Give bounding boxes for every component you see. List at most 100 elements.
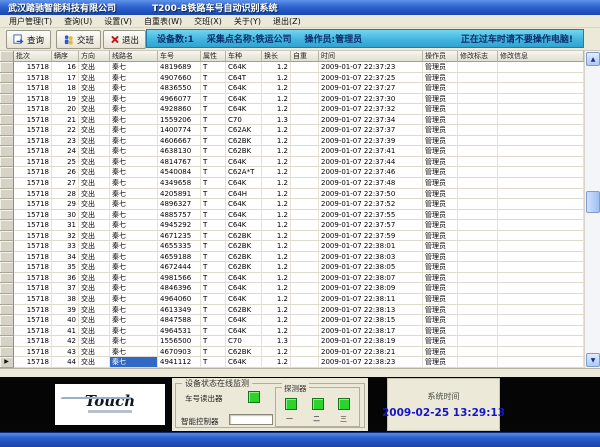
cell[interactable]: 2009-01-07 22:37:52 — [319, 199, 423, 210]
row-selector-cell[interactable] — [0, 94, 14, 105]
cell[interactable]: 15718 — [14, 262, 52, 273]
table-row[interactable]: 1571840交出秦七4847588TC64K1.22009-01-07 22:… — [0, 315, 584, 326]
cell[interactable]: 4655335 — [158, 241, 201, 252]
cell[interactable]: 2009-01-07 22:37:27 — [319, 83, 423, 94]
cell[interactable]: C64K — [226, 62, 262, 73]
cell[interactable]: 交出 — [79, 136, 110, 147]
cell[interactable]: 交出 — [79, 262, 110, 273]
cell[interactable]: 交出 — [79, 167, 110, 178]
row-selector-cell[interactable] — [0, 73, 14, 84]
cell[interactable] — [458, 189, 498, 200]
column-header[interactable]: 自重 — [291, 51, 319, 62]
table-row[interactable]: 1571835交出秦七4672444TC62BK1.22009-01-07 22… — [0, 262, 584, 273]
cell[interactable]: 管理员 — [423, 94, 458, 105]
cell[interactable]: 42 — [52, 336, 79, 347]
column-header[interactable]: 车种 — [226, 51, 262, 62]
cell[interactable]: T — [201, 273, 226, 284]
cell[interactable]: T — [201, 115, 226, 126]
cell[interactable] — [498, 347, 584, 358]
column-header[interactable]: 换长 — [262, 51, 291, 62]
cell[interactable]: 4964531 — [158, 326, 201, 337]
cell[interactable] — [291, 125, 319, 136]
cell[interactable]: 秦七 — [110, 178, 158, 189]
cell[interactable]: 15718 — [14, 315, 52, 326]
cell[interactable]: 秦七 — [110, 167, 158, 178]
cell[interactable]: 4836550 — [158, 83, 201, 94]
cell[interactable] — [458, 83, 498, 94]
cell[interactable] — [458, 125, 498, 136]
cell[interactable]: 15718 — [14, 241, 52, 252]
cell[interactable]: 1.2 — [262, 83, 291, 94]
cell[interactable]: 2009-01-07 22:37:23 — [319, 62, 423, 73]
scroll-up-button[interactable]: ▲ — [586, 52, 600, 66]
cell[interactable]: 管理员 — [423, 189, 458, 200]
cell[interactable]: 2009-01-07 22:37:59 — [319, 231, 423, 242]
cell[interactable]: C64K — [226, 178, 262, 189]
cell[interactable]: 15718 — [14, 220, 52, 231]
cell[interactable]: T — [201, 357, 226, 368]
cell[interactable]: 秦七 — [110, 73, 158, 84]
cell[interactable]: C64K — [226, 83, 262, 94]
cell[interactable] — [458, 73, 498, 84]
cell[interactable]: 秦七 — [110, 357, 158, 368]
cell[interactable]: 4847588 — [158, 315, 201, 326]
cell[interactable] — [291, 62, 319, 73]
cell[interactable]: 秦七 — [110, 315, 158, 326]
table-row[interactable]: 1571833交出秦七4655335TC62BK1.22009-01-07 22… — [0, 241, 584, 252]
cell[interactable]: 40 — [52, 315, 79, 326]
table-row[interactable]: 1571843交出秦七4670903TC62BK1.22009-01-07 22… — [0, 347, 584, 358]
cell[interactable]: 36 — [52, 273, 79, 284]
menu-settings[interactable]: 设置(V) — [99, 16, 137, 27]
cell[interactable]: 1.3 — [262, 115, 291, 126]
cell[interactable]: 2009-01-07 22:38:17 — [319, 326, 423, 337]
cell[interactable]: 15718 — [14, 157, 52, 168]
cell[interactable]: 1.2 — [262, 167, 291, 178]
cell[interactable]: T — [201, 73, 226, 84]
cell[interactable]: 1.2 — [262, 136, 291, 147]
cell[interactable] — [498, 252, 584, 263]
cell[interactable] — [291, 115, 319, 126]
cell[interactable]: 2009-01-07 22:37:30 — [319, 94, 423, 105]
table-row[interactable]: 1571839交出秦七4613349TC62BK1.22009-01-07 22… — [0, 305, 584, 316]
cell[interactable] — [291, 104, 319, 115]
cell[interactable]: 秦七 — [110, 283, 158, 294]
cell[interactable] — [291, 94, 319, 105]
cell[interactable]: T — [201, 210, 226, 221]
table-row[interactable]: 1571819交出秦七4966077TC64K1.22009-01-07 22:… — [0, 94, 584, 105]
cell[interactable] — [458, 294, 498, 305]
cell[interactable]: 15718 — [14, 199, 52, 210]
cell[interactable]: 19 — [52, 94, 79, 105]
cell[interactable]: 2009-01-07 22:37:46 — [319, 167, 423, 178]
vertical-scrollbar[interactable]: ▲ ▼ — [584, 51, 600, 368]
cell[interactable]: 秦七 — [110, 262, 158, 273]
cell[interactable]: 1.2 — [262, 220, 291, 231]
cell[interactable]: 交出 — [79, 294, 110, 305]
cell[interactable]: C64K — [226, 357, 262, 368]
cell[interactable] — [458, 136, 498, 147]
row-selector-cell[interactable] — [0, 115, 14, 126]
cell[interactable]: 2009-01-07 22:37:48 — [319, 178, 423, 189]
cell[interactable]: 秦七 — [110, 125, 158, 136]
cell[interactable] — [291, 305, 319, 316]
cell[interactable]: 4846396 — [158, 283, 201, 294]
cell[interactable]: 2009-01-07 22:37:44 — [319, 157, 423, 168]
cell[interactable]: 2009-01-07 22:38:09 — [319, 283, 423, 294]
row-selector-cell[interactable] — [0, 294, 14, 305]
column-header[interactable]: 修改信息 — [498, 51, 584, 62]
cell[interactable] — [458, 336, 498, 347]
cell[interactable]: 1.2 — [262, 104, 291, 115]
cell[interactable]: C62BK — [226, 262, 262, 273]
cell[interactable]: 管理员 — [423, 125, 458, 136]
cell[interactable]: 管理员 — [423, 241, 458, 252]
cell[interactable]: 4981566 — [158, 273, 201, 284]
cell[interactable]: T — [201, 347, 226, 358]
cell[interactable]: C64K — [226, 157, 262, 168]
cell[interactable]: 2009-01-07 22:38:19 — [319, 336, 423, 347]
cell[interactable] — [458, 262, 498, 273]
cell[interactable]: 管理员 — [423, 73, 458, 84]
table-row[interactable]: 1571834交出秦七4659188TC62BK1.22009-01-07 22… — [0, 252, 584, 263]
cell[interactable]: 交出 — [79, 315, 110, 326]
cell[interactable]: 管理员 — [423, 104, 458, 115]
column-header[interactable]: 方向 — [79, 51, 110, 62]
cell[interactable]: T — [201, 178, 226, 189]
